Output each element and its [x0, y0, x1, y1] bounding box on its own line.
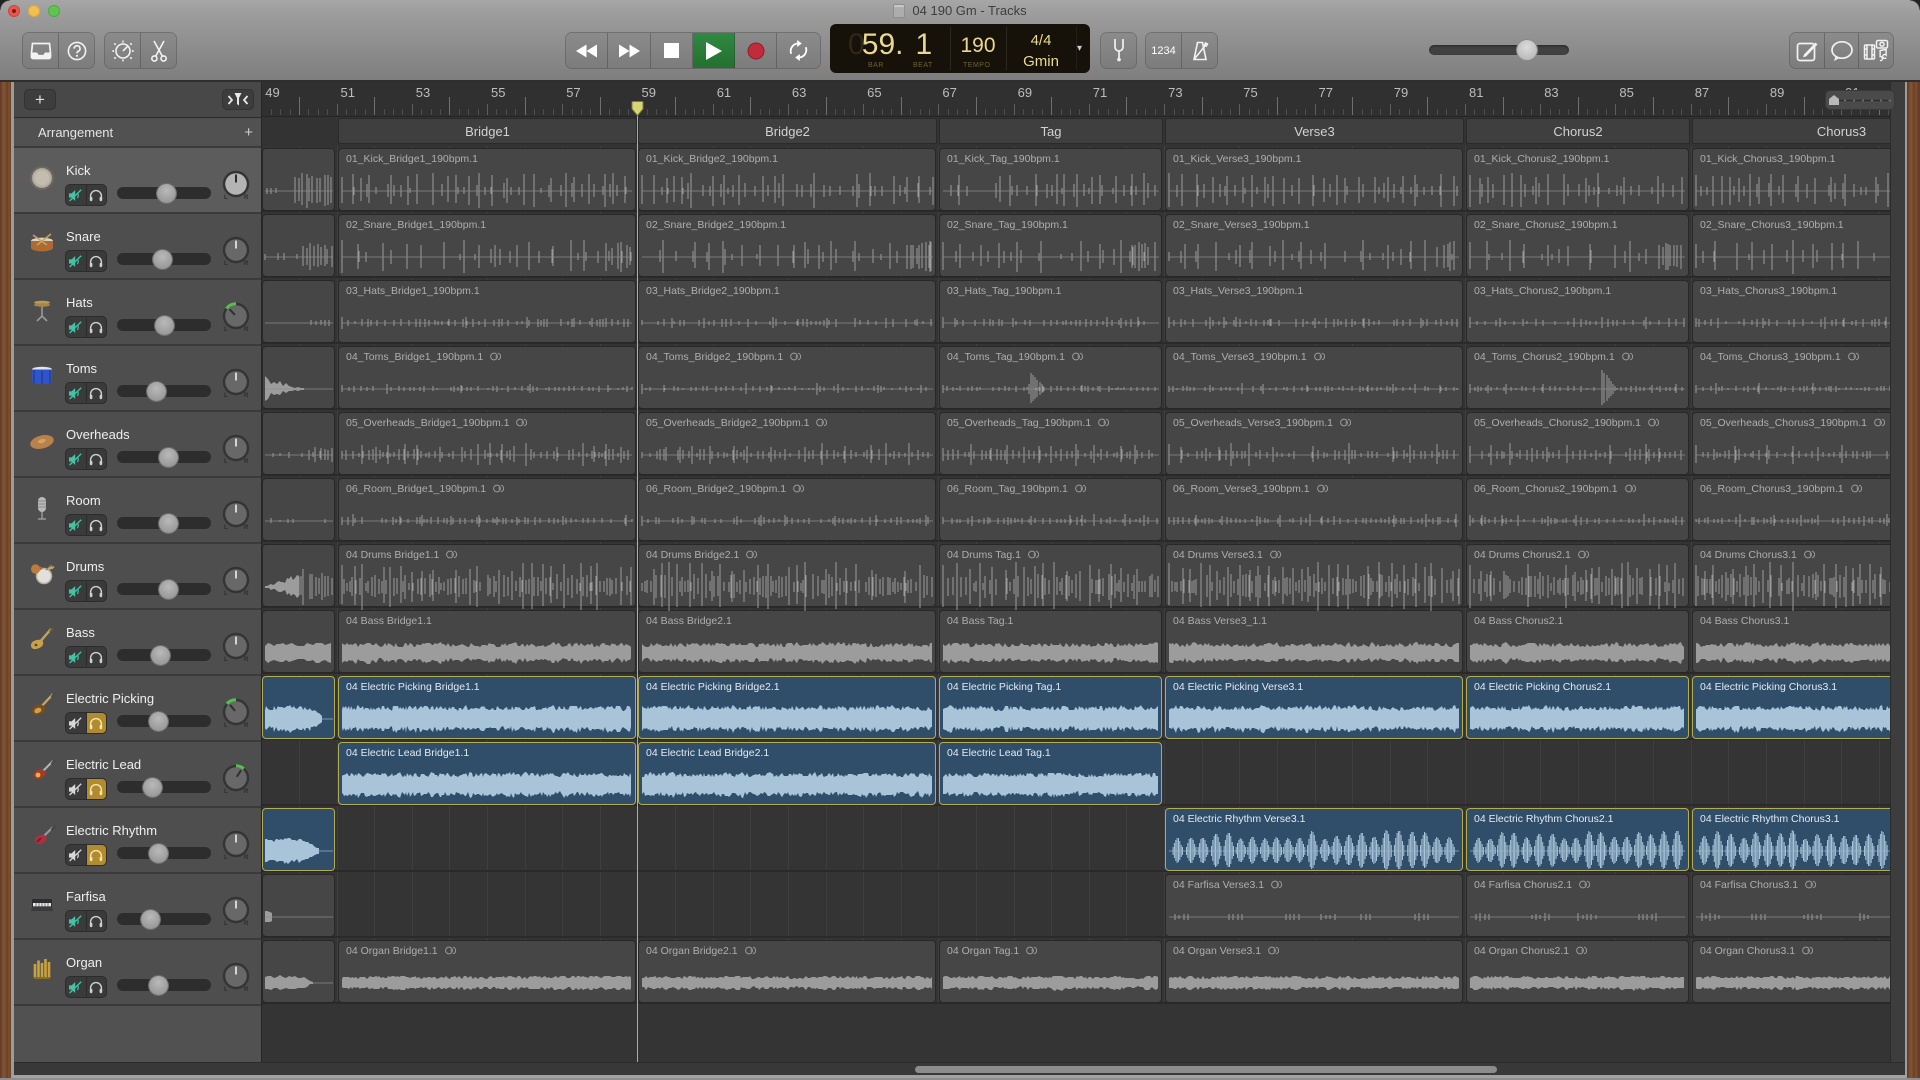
- svg-text:R: R: [244, 921, 249, 926]
- svg-text:L: L: [224, 525, 228, 530]
- svg-text:R: R: [244, 855, 249, 860]
- svg-text:R: R: [244, 327, 249, 332]
- svg-text:R: R: [244, 393, 249, 398]
- svg-text:L: L: [224, 459, 228, 464]
- svg-text:L: L: [224, 723, 228, 728]
- svg-text:R: R: [244, 657, 249, 662]
- svg-text:R: R: [244, 459, 249, 464]
- svg-text:L: L: [224, 789, 228, 794]
- svg-text:L: L: [224, 195, 228, 200]
- svg-text:L: L: [224, 327, 228, 332]
- svg-text:L: L: [224, 855, 228, 860]
- svg-text:R: R: [244, 525, 249, 530]
- svg-text:L: L: [224, 591, 228, 596]
- svg-text:L: L: [224, 657, 228, 662]
- svg-text:L: L: [224, 261, 228, 266]
- svg-text:R: R: [244, 723, 249, 728]
- svg-text:L: L: [224, 393, 228, 398]
- svg-text:R: R: [244, 195, 249, 200]
- svg-text:R: R: [244, 591, 249, 596]
- svg-text:R: R: [244, 987, 249, 992]
- svg-text:L: L: [224, 987, 228, 992]
- svg-text:L: L: [224, 921, 228, 926]
- svg-text:R: R: [244, 789, 249, 794]
- svg-text:R: R: [244, 261, 249, 266]
